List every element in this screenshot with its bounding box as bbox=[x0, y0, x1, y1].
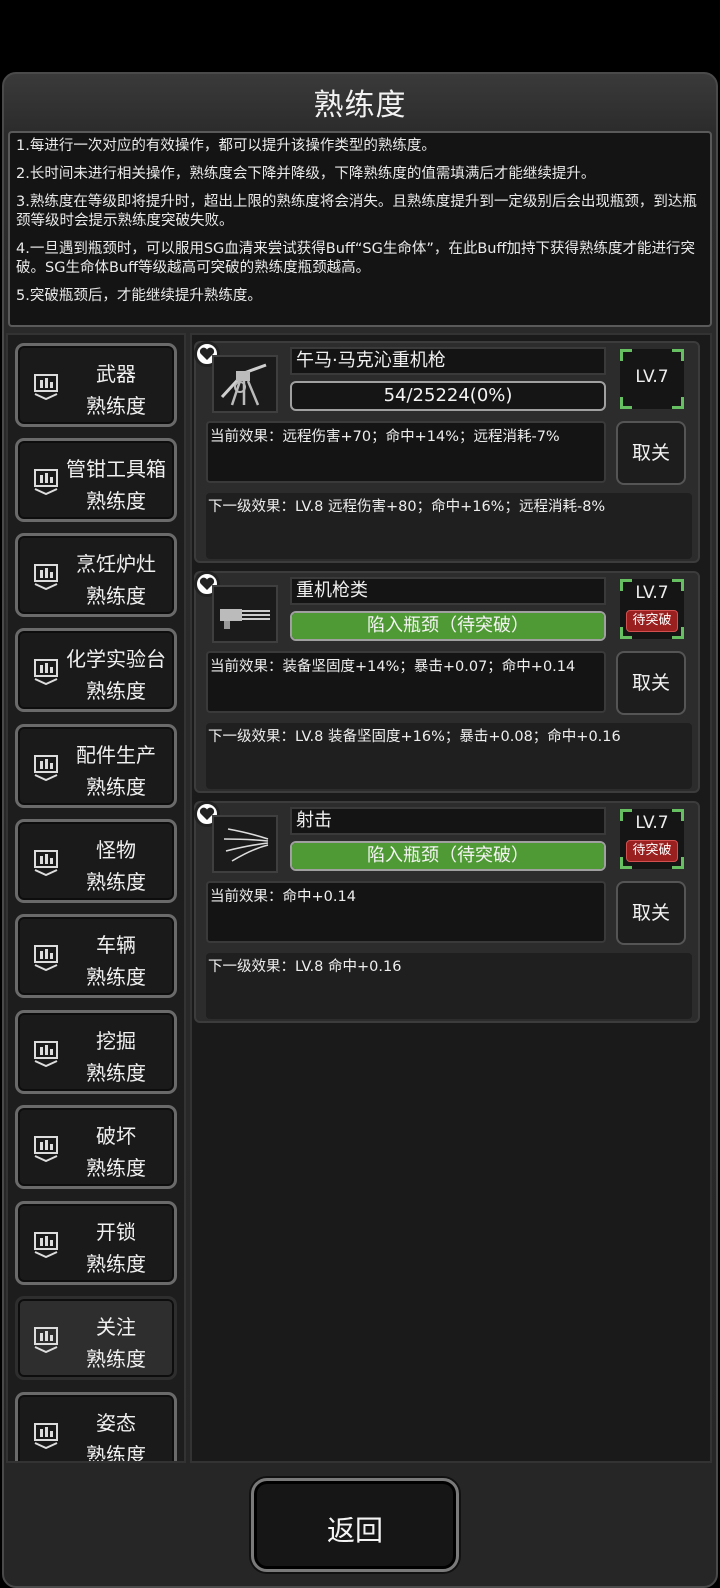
breakthrough-badge: 待突破 bbox=[626, 610, 678, 632]
category-name: 武器 bbox=[96, 362, 136, 386]
back-button[interactable]: 返回 bbox=[251, 1478, 459, 1572]
skill-name: 重机枪类 bbox=[290, 577, 606, 605]
category-icon bbox=[34, 945, 58, 971]
skill-name: 射击 bbox=[290, 807, 606, 835]
level-text: LV.7 bbox=[635, 583, 669, 603]
category-sub: 熟练度 bbox=[86, 1061, 146, 1085]
level-frame: LV.7 待突破 bbox=[620, 809, 684, 869]
progress-text: 陷入瓶颈（待突破） bbox=[367, 845, 529, 866]
category-sidebar[interactable]: 武器 熟练度 管钳工具箱 熟练度 烹饪炉灶 熟练度 化学实验台 熟练度 配件生产 熟练度 … bbox=[6, 333, 186, 1463]
category-parts[interactable]: 配件生产 熟练度 bbox=[15, 724, 177, 808]
breakthrough-badge: 待突破 bbox=[626, 840, 678, 862]
category-name: 开锁 bbox=[96, 1220, 136, 1244]
category-name: 化学实验台 bbox=[66, 647, 166, 671]
category-lockpick[interactable]: 开锁 熟练度 bbox=[15, 1201, 177, 1285]
info-line: 3.熟练度在等级即将提升时，超出上限的熟练度将会消失。且熟练度提升到一定级别后会… bbox=[16, 194, 697, 229]
category-sub: 熟练度 bbox=[86, 1443, 146, 1463]
page-title: 熟练度 bbox=[313, 88, 407, 123]
level-text: LV.7 bbox=[635, 367, 669, 387]
progress-bar: 陷入瓶颈（待突破） bbox=[290, 841, 606, 871]
level-frame: LV.7 待突破 bbox=[620, 579, 684, 639]
category-sub: 熟练度 bbox=[86, 1347, 146, 1371]
category-name: 管钳工具箱 bbox=[66, 457, 166, 481]
skill-card: 午马·马克沁重机枪 54/25224(0%) LV.7 当前效果：远程伤害+70… bbox=[194, 341, 700, 563]
category-followed[interactable]: 关注 熟练度 bbox=[15, 1296, 177, 1380]
category-name: 挖掘 bbox=[96, 1029, 136, 1053]
next-effect: 下一级效果：LV.8 命中+0.16 bbox=[206, 953, 692, 1019]
skill-card: 射击 陷入瓶颈（待突破） LV.7 待突破 当前效果：命中+0.14 取关 下一级… bbox=[194, 801, 700, 1023]
current-effect: 当前效果：命中+0.14 bbox=[206, 881, 606, 943]
category-icon bbox=[34, 1232, 58, 1258]
category-toolbox[interactable]: 管钳工具箱 熟练度 bbox=[15, 438, 177, 522]
category-icon bbox=[34, 1423, 58, 1449]
progress-text: 陷入瓶颈（待突破） bbox=[367, 615, 529, 636]
level-text: LV.7 bbox=[635, 813, 669, 833]
category-digging[interactable]: 挖掘 熟练度 bbox=[15, 1010, 177, 1094]
category-destruction[interactable]: 破坏 熟练度 bbox=[15, 1105, 177, 1189]
info-line: 5.突破瓶颈后，才能继续提升熟练度。 bbox=[16, 288, 262, 304]
back-label: 返回 bbox=[326, 1514, 383, 1547]
level-frame: LV.7 bbox=[620, 349, 684, 409]
progress-text: 54/25224(0%) bbox=[383, 385, 513, 406]
progress-bar: 54/25224(0%) bbox=[290, 381, 606, 411]
category-sub: 熟练度 bbox=[86, 775, 146, 799]
progress-bar: 陷入瓶颈（待突破） bbox=[290, 611, 606, 641]
category-monster[interactable]: 怪物 熟练度 bbox=[15, 819, 177, 903]
info-line: 2.长时间未进行相关操作，熟练度会下降并降级，下降熟练度的值需填满后才能继续提升… bbox=[16, 166, 596, 182]
next-effect: 下一级效果：LV.8 装备坚固度+16%；暴击+0.08；命中+0.16 bbox=[206, 723, 692, 789]
category-sub: 熟练度 bbox=[86, 584, 146, 608]
category-icon bbox=[34, 564, 58, 590]
category-stance[interactable]: 姿态 熟练度 bbox=[15, 1392, 177, 1463]
category-name: 破坏 bbox=[96, 1124, 136, 1148]
category-name: 姿态 bbox=[96, 1411, 136, 1435]
shooting-icon bbox=[212, 815, 278, 873]
current-effect: 当前效果：远程伤害+70；命中+14%；远程消耗-7% bbox=[206, 421, 606, 483]
category-sub: 熟练度 bbox=[86, 394, 146, 418]
unfollow-button[interactable]: 取关 bbox=[616, 421, 686, 485]
info-line: 4.一旦遇到瓶颈时，可以服用SG血清来尝试获得Buff“SG生命体”，在此Buf… bbox=[16, 241, 695, 276]
info-line: 1.每进行一次对应的有效操作，都可以提升该操作类型的熟练度。 bbox=[16, 138, 436, 154]
category-icon bbox=[34, 659, 58, 685]
machine-gun-icon bbox=[212, 355, 278, 413]
category-name: 怪物 bbox=[96, 838, 136, 862]
category-icon bbox=[34, 1041, 58, 1067]
category-sub: 熟练度 bbox=[86, 489, 146, 513]
category-cooking[interactable]: 烹饪炉灶 熟练度 bbox=[15, 533, 177, 617]
category-weapon[interactable]: 武器 熟练度 bbox=[15, 343, 177, 427]
skill-name: 午马·马克沁重机枪 bbox=[290, 347, 606, 375]
category-vehicle[interactable]: 车辆 熟练度 bbox=[15, 914, 177, 998]
category-icon bbox=[34, 374, 58, 400]
category-sub: 熟练度 bbox=[86, 870, 146, 894]
info-box: 1.每进行一次对应的有效操作，都可以提升该操作类型的熟练度。 2.长时间未进行相… bbox=[8, 131, 712, 327]
category-icon bbox=[34, 850, 58, 876]
category-name: 车辆 bbox=[96, 933, 136, 957]
skill-card: 重机枪类 陷入瓶颈（待突破） LV.7 待突破 当前效果：装备坚固度+14%；暴击… bbox=[194, 571, 700, 793]
heavy-gun-icon bbox=[212, 585, 278, 643]
category-sub: 熟练度 bbox=[86, 1252, 146, 1276]
next-effect: 下一级效果：LV.8 远程伤害+80；命中+16%；远程消耗-8% bbox=[206, 493, 692, 559]
category-name: 关注 bbox=[96, 1315, 136, 1339]
category-chemistry[interactable]: 化学实验台 熟练度 bbox=[15, 628, 177, 712]
unfollow-button[interactable]: 取关 bbox=[616, 881, 686, 945]
category-icon bbox=[34, 1136, 58, 1162]
category-icon bbox=[34, 1327, 58, 1353]
category-icon bbox=[34, 469, 58, 495]
category-sub: 熟练度 bbox=[86, 965, 146, 989]
category-name: 烹饪炉灶 bbox=[76, 552, 156, 576]
category-icon bbox=[34, 755, 58, 781]
current-effect: 当前效果：装备坚固度+14%；暴击+0.07；命中+0.14 bbox=[206, 651, 606, 713]
category-name: 配件生产 bbox=[76, 743, 156, 767]
unfollow-button[interactable]: 取关 bbox=[616, 651, 686, 715]
category-sub: 熟练度 bbox=[86, 679, 146, 703]
category-sub: 熟练度 bbox=[86, 1156, 146, 1180]
